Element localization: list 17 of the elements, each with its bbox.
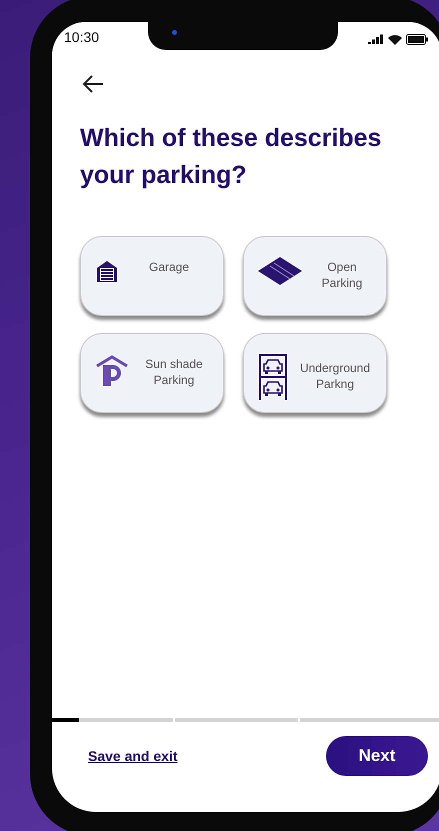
back-arrow-icon (82, 74, 104, 94)
shaded-parking-sign-icon (95, 354, 129, 388)
next-button[interactable]: Next (326, 736, 428, 776)
status-time: 10:30 (64, 29, 100, 45)
parking-option[interactable]: Open Parking (243, 236, 387, 316)
parking-option[interactable]: Sun shade Parking (80, 333, 224, 413)
signal-icon (368, 34, 384, 44)
parking-option[interactable]: Garage (80, 236, 224, 316)
parking-option[interactable]: Underground Parkng (243, 333, 387, 413)
wifi-icon (388, 34, 402, 44)
save-and-exit-link[interactable]: Save and exit (88, 748, 178, 764)
battery-icon (406, 34, 428, 44)
page-title: Which of these describes your parking? (80, 123, 382, 191)
garage-icon (95, 259, 119, 283)
camera-icon (172, 30, 177, 35)
stacked-cars-icon (258, 354, 288, 400)
parking-lot-icon (258, 257, 302, 285)
